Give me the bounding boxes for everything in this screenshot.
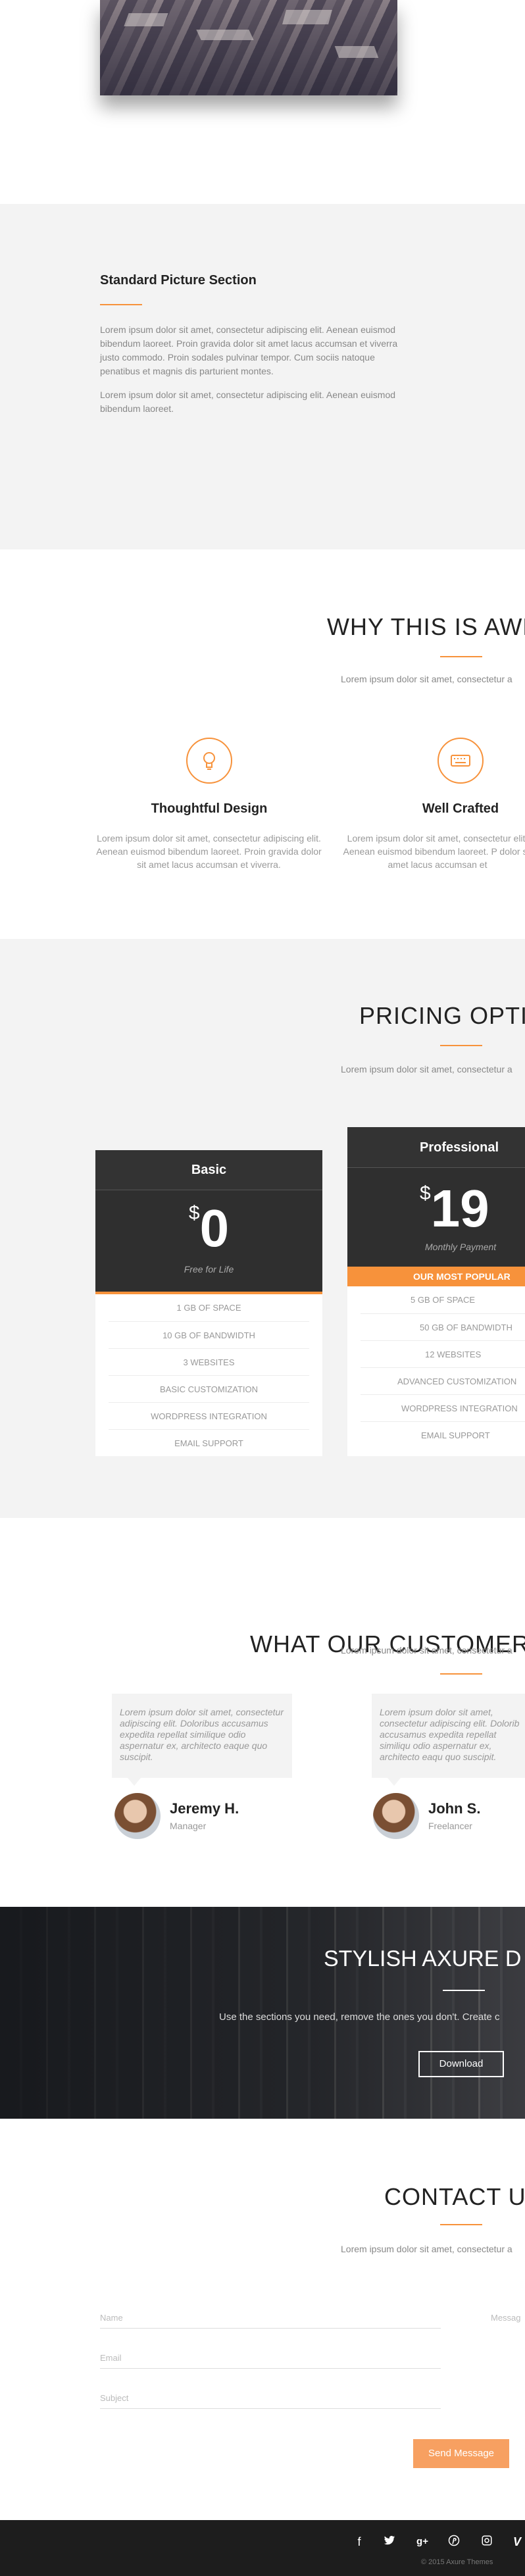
plan-feature: EMAIL SUPPORT — [109, 1429, 309, 1456]
title-underline — [440, 656, 482, 657]
vine-icon[interactable]: V — [511, 2535, 524, 2549]
price-note: Monthly Payment — [425, 1242, 497, 1252]
keyboard-icon — [438, 738, 484, 784]
customer-name: Jeremy H. — [170, 1800, 239, 1817]
google-plus-icon[interactable]: g+ — [416, 2535, 429, 2549]
testimonial-quote: Lorem ipsum dolor sit amet, consectetur … — [112, 1694, 292, 1786]
contact-subtitle: Lorem ipsum dolor sit amet, consectetur … — [341, 2244, 512, 2254]
pricing-subtitle: Lorem ipsum dolor sit amet, consectetur … — [341, 1064, 512, 1074]
plan-feature: ADVANCED CUSTOMIZATION — [361, 1367, 525, 1394]
price-amount: 0 — [199, 1199, 230, 1257]
banner-underline — [443, 1990, 485, 1991]
plan-feature: 10 GB OF BANDWIDTH — [109, 1321, 309, 1348]
download-button[interactable]: Download — [418, 2051, 504, 2077]
twitter-icon[interactable] — [383, 2535, 396, 2549]
price-amount: 19 — [430, 1179, 489, 1238]
send-message-button[interactable]: Send Message — [413, 2439, 509, 2468]
plan-price: $19 Monthly Payment — [347, 1168, 525, 1267]
plan-feature: BASIC CUSTOMIZATION — [109, 1375, 309, 1402]
hero-image — [100, 0, 397, 95]
name-field[interactable]: Name — [100, 2313, 441, 2329]
footer — [0, 2520, 525, 2576]
email-field[interactable]: Email — [100, 2353, 441, 2369]
plan-feature: 12 WEBSITES — [361, 1340, 525, 1367]
standard-paragraph: Lorem ipsum dolor sit amet, consectetur … — [100, 324, 398, 376]
standard-title: Standard Picture Section — [100, 273, 257, 288]
contact-title: CONTACT US — [384, 2183, 525, 2210]
plan-feature: 3 WEBSITES — [109, 1348, 309, 1375]
feature-title: Well Crafted — [422, 801, 499, 816]
plan-feature: WORDPRESS INTEGRATION — [361, 1394, 525, 1421]
plan-name: Basic — [95, 1150, 322, 1190]
plan-feature: 5 GB OF SPACE — [411, 1295, 476, 1305]
price-note: Free for Life — [184, 1264, 234, 1275]
plan-feature: WORDPRESS INTEGRATION — [109, 1402, 309, 1429]
title-underline — [440, 1045, 482, 1046]
testimonial-quote: Lorem ipsum dolor sit amet, consectetur … — [372, 1694, 525, 1786]
popular-badge: OUR MOST POPULAR — [347, 1267, 525, 1286]
banner-title: STYLISH AXURE D — [324, 1946, 522, 1971]
title-underline — [440, 1673, 482, 1675]
pricing-title: PRICING OPTIC — [359, 1002, 525, 1029]
why-title: WHY THIS IS AWE — [327, 613, 525, 640]
facebook-icon[interactable]: f — [353, 2535, 366, 2549]
feature-title: Thoughtful Design — [151, 801, 268, 816]
title-underline — [100, 304, 142, 305]
instagram-icon[interactable] — [480, 2535, 493, 2549]
avatar — [373, 1793, 419, 1839]
why-subtitle: Lorem ipsum dolor sit amet, consectetur … — [341, 674, 512, 684]
plan-name: Professional — [347, 1127, 525, 1168]
standard-paragraph: Lorem ipsum dolor sit amet, consectetur … — [100, 390, 396, 414]
feature-description: Lorem ipsum dolor sit amet, consectetur … — [96, 833, 322, 870]
pinterest-icon[interactable] — [447, 2535, 461, 2549]
plan-feature: 50 GB OF BANDWIDTH — [361, 1313, 525, 1340]
feature-description: Lorem ipsum dolor sit amet, consectetur … — [343, 833, 525, 870]
customer-role: Freelancer — [428, 1821, 472, 1831]
title-underline — [440, 2224, 482, 2225]
currency-symbol: $ — [420, 1182, 431, 1204]
pricing-card-professional: Professional $19 Monthly Payment OUR MOS… — [347, 1127, 525, 1456]
copyright: © 2015 Axure Themes — [421, 2558, 493, 2566]
plan-feature: EMAIL SUPPORT — [361, 1421, 525, 1448]
currency-symbol: $ — [188, 1202, 200, 1224]
lightbulb-icon — [186, 738, 232, 784]
subject-field[interactable]: Subject — [100, 2393, 441, 2409]
plan-feature: 1 GB OF SPACE — [176, 1303, 241, 1313]
avatar — [114, 1793, 161, 1839]
message-field[interactable]: Messag — [491, 2313, 525, 2328]
customer-name: John S. — [428, 1800, 481, 1817]
customers-subtitle: Lorem ipsum dolor sit amet, consectetur … — [341, 1645, 512, 1655]
pricing-card-basic: Basic $0 Free for Life 1 GB OF SPACE 10 … — [95, 1150, 322, 1456]
banner-subtitle: Use the sections you need, remove the on… — [219, 2011, 500, 2023]
plan-price: $0 Free for Life — [95, 1190, 322, 1294]
customer-role: Manager — [170, 1821, 207, 1831]
